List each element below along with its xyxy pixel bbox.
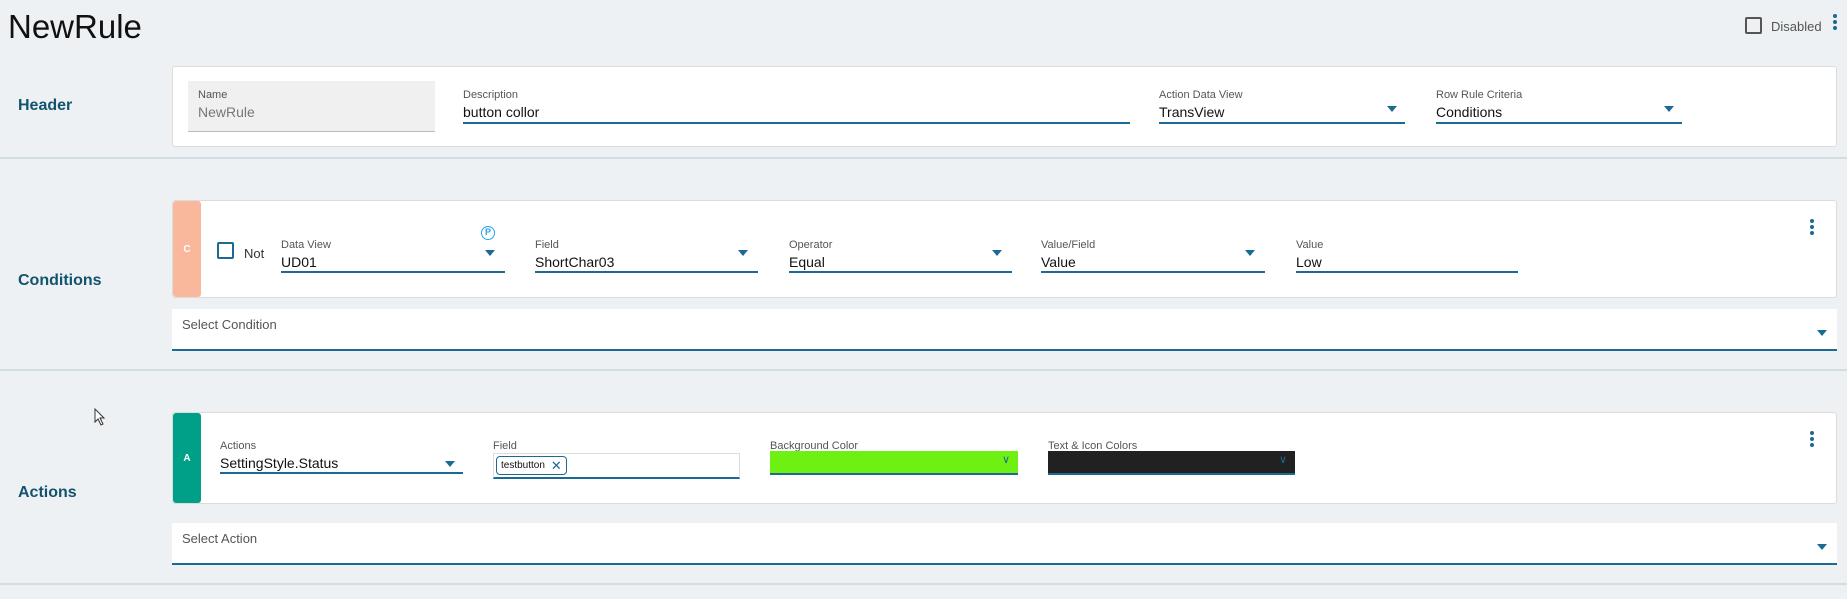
field-label: Field [493, 440, 517, 452]
underline [1296, 271, 1518, 273]
data-view-dropdown[interactable]: Data View UD01 [281, 239, 505, 273]
field-dropdown[interactable]: Field ShortChar03 [535, 239, 758, 273]
page-title: NewRule [8, 8, 142, 45]
section-divider [0, 583, 1847, 585]
underline [1159, 122, 1405, 124]
underline [463, 122, 1130, 124]
underline [220, 472, 463, 474]
action-strip: A [173, 413, 201, 503]
operator-value: Equal [789, 254, 825, 270]
underline [535, 271, 758, 273]
chevron-down-icon [738, 250, 748, 256]
value-label: Value [1296, 239, 1324, 251]
text-icon-colors-swatch[interactable]: ∨ [1048, 451, 1295, 475]
mouse-cursor-icon [94, 408, 106, 426]
row-rule-criteria-dropdown[interactable]: Row Rule Criteria Conditions [1436, 89, 1682, 124]
chevron-down-icon: ∨ [1278, 454, 1287, 466]
description-label: Description [463, 89, 519, 101]
row-rule-criteria-value: Conditions [1436, 104, 1503, 120]
condition-more-icon[interactable] [1810, 219, 1814, 237]
value-field-value: Value [1041, 254, 1076, 270]
data-view-value: UD01 [281, 254, 317, 270]
chevron-down-icon [992, 250, 1002, 256]
field-chip-input[interactable]: Field testbutton ✕ [493, 440, 740, 480]
action-data-view-value: TransView [1159, 104, 1225, 120]
select-action-dropdown[interactable]: Select Action [172, 523, 1837, 565]
text-icon-colors-picker[interactable]: Text & Icon Colors ∨ [1048, 440, 1295, 476]
name-label: Name [198, 89, 228, 101]
description-field[interactable]: Description button collor [463, 89, 1130, 124]
header-section-label: Header [18, 97, 73, 114]
underline [789, 271, 1012, 273]
value-value: Low [1296, 254, 1322, 270]
background-color-picker[interactable]: Background Color ∨ [770, 440, 1018, 476]
chevron-down-icon [1817, 544, 1827, 550]
condition-strip: C [173, 201, 201, 297]
action-more-icon[interactable] [1810, 431, 1814, 449]
not-label: Not [244, 246, 265, 261]
condition-card: C Not Data View UD01 P Field ShortChar03… [172, 200, 1837, 298]
section-divider [0, 157, 1847, 159]
operator-label: Operator [789, 239, 833, 251]
underline [1041, 271, 1265, 273]
action-data-view-dropdown[interactable]: Action Data View TransView [1159, 89, 1405, 124]
actions-value: SettingStyle.Status [220, 455, 339, 471]
actions-section-label: Actions [18, 484, 77, 501]
row-rule-criteria-label: Row Rule Criteria [1436, 89, 1523, 101]
parameter-badge-icon[interactable]: P [481, 226, 495, 240]
background-color-swatch[interactable]: ∨ [770, 451, 1018, 475]
chevron-down-icon [1817, 330, 1827, 336]
disabled-checkbox[interactable] [1745, 17, 1762, 34]
description-value: button collor [463, 104, 540, 120]
not-checkbox[interactable] [217, 242, 234, 259]
actions-dropdown[interactable]: Actions SettingStyle.Status [220, 440, 463, 474]
chevron-down-icon [445, 461, 455, 467]
chevron-down-icon: ∨ [1001, 454, 1010, 466]
close-icon[interactable]: ✕ [551, 457, 562, 474]
field-label: Field [535, 239, 559, 251]
chevron-down-icon [1387, 106, 1397, 112]
value-field-label: Value/Field [1041, 239, 1096, 251]
data-view-label: Data View [281, 239, 331, 251]
name-value: NewRule [198, 104, 255, 120]
chevron-down-icon [1664, 106, 1674, 112]
underline [281, 271, 505, 273]
section-divider [0, 369, 1847, 371]
operator-dropdown[interactable]: Operator Equal [789, 239, 1012, 273]
chevron-down-icon [1245, 250, 1255, 256]
field-chip: testbutton ✕ [496, 456, 567, 475]
select-condition-placeholder: Select Condition [182, 317, 277, 332]
page-more-icon[interactable] [1833, 14, 1837, 32]
underline [1436, 122, 1682, 124]
action-data-view-label: Action Data View [1159, 89, 1243, 101]
header-card: Name NewRule Description button collor A… [172, 66, 1837, 147]
chip-label: testbutton [501, 460, 545, 471]
field-value: ShortChar03 [535, 254, 615, 270]
value-field-dropdown[interactable]: Value/Field Value [1041, 239, 1265, 273]
action-card: A Actions SettingStyle.Status Field test… [172, 412, 1837, 504]
select-condition-dropdown[interactable]: Select Condition [172, 309, 1837, 351]
disabled-label: Disabled [1771, 19, 1822, 34]
value-input[interactable]: Value Low [1296, 239, 1518, 273]
actions-label: Actions [220, 440, 257, 452]
chevron-down-icon [485, 250, 495, 256]
name-field[interactable]: Name NewRule [188, 81, 435, 132]
conditions-section-label: Conditions [18, 272, 102, 289]
select-action-placeholder: Select Action [182, 531, 258, 546]
